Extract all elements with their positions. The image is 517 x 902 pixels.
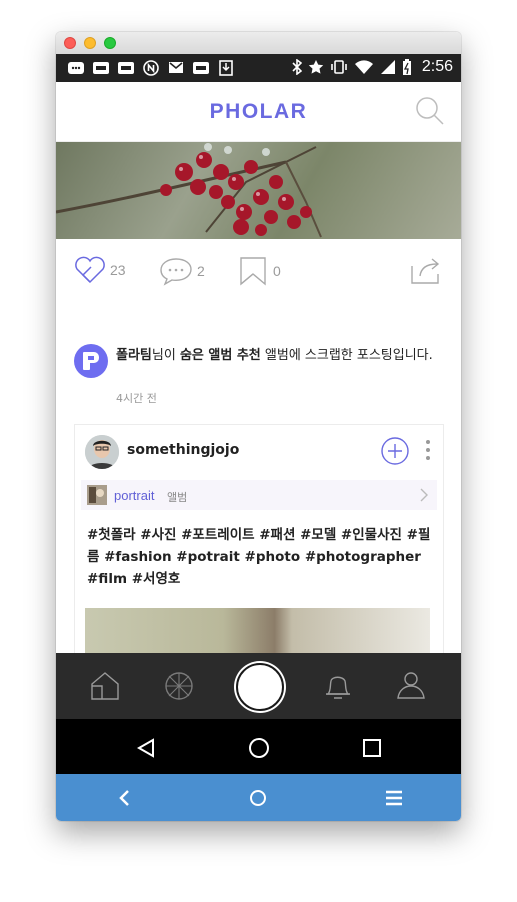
home-circle-icon[interactable]	[248, 737, 270, 759]
mail-notification-icon	[166, 59, 185, 76]
minimize-window-button[interactable]	[84, 37, 96, 49]
app-header: PHOLAR	[56, 82, 461, 142]
notice-text-a: 님이	[151, 348, 180, 363]
post-hashtags[interactable]: #첫폴라 #사진 #포트레이트 #패션 #모델 #인물사진 #필름 #fashi…	[87, 524, 435, 590]
heart-icon	[75, 256, 105, 284]
notice-sender[interactable]: 폴라팀	[116, 348, 152, 363]
camera-button[interactable]	[236, 663, 284, 711]
search-icon[interactable]	[415, 96, 445, 126]
bookmark-button[interactable]: 0	[239, 256, 281, 286]
post-image[interactable]	[56, 142, 461, 239]
bottom-tab-bar	[56, 653, 461, 719]
profile-icon[interactable]	[395, 669, 427, 701]
home-circle-icon[interactable]	[249, 789, 267, 807]
bookmark-icon	[240, 257, 266, 286]
status-bar: 2:56	[56, 54, 461, 82]
android-nav-bar	[56, 719, 461, 774]
window-titlebar	[56, 32, 461, 55]
user-avatar[interactable]	[85, 435, 119, 469]
naver-notification-icon	[141, 59, 160, 76]
home-icon[interactable]	[90, 671, 120, 701]
pholar-logo-icon	[83, 352, 99, 370]
signal-icon	[380, 60, 395, 74]
download-notification-icon	[216, 59, 235, 76]
app-window: 2:56 PHOLAR 23 2 0 폴라팀님이 숨은 앨범 추천 앨범에 스크…	[56, 32, 461, 821]
follow-plus-icon[interactable]	[381, 437, 409, 465]
chevron-left-icon[interactable]	[118, 789, 130, 807]
notice-message: 폴라팀님이 숨은 앨범 추천 앨범에 스크랩한 포스팅입니다.	[116, 346, 444, 365]
album-label: 앨범	[167, 491, 188, 504]
battery-icon	[402, 58, 411, 75]
share-icon	[411, 258, 440, 284]
comment-button[interactable]: 2	[159, 256, 205, 286]
comment-count: 2	[197, 263, 205, 279]
band-notification-icon	[91, 59, 110, 76]
back-triangle-icon[interactable]	[136, 738, 156, 758]
post-photo-preview[interactable]	[85, 608, 430, 653]
like-button[interactable]: 23	[74, 256, 126, 284]
vibrate-icon	[331, 60, 347, 74]
status-time: 2:56	[421, 58, 453, 75]
pholar-team-avatar[interactable]	[74, 344, 108, 378]
username[interactable]: somethingjojo	[127, 442, 239, 458]
star-icon	[308, 60, 324, 74]
band-notification-icon	[191, 59, 210, 76]
more-options-icon[interactable]	[425, 439, 431, 461]
notice-time: 4시간 전	[116, 392, 157, 405]
app-logo[interactable]: PHOLAR	[56, 100, 461, 124]
user-photo	[85, 435, 119, 469]
menu-icon[interactable]	[385, 790, 403, 806]
album-name: portrait	[114, 488, 155, 503]
post-actions-bar: 23 2 0	[56, 239, 461, 301]
album-link[interactable]: portrait 앨범	[81, 480, 437, 510]
explore-compass-icon[interactable]	[163, 670, 195, 702]
chat-notification-icon	[66, 59, 85, 76]
chevron-right-icon	[420, 488, 428, 502]
band-notification-icon	[116, 59, 135, 76]
close-window-button[interactable]	[64, 37, 76, 49]
notice-text-b: 앨범에 스크랩한 포스팅입니다.	[260, 348, 433, 363]
wifi-icon	[354, 60, 373, 74]
maximize-window-button[interactable]	[104, 37, 116, 49]
album-thumbnail	[87, 485, 107, 505]
share-button[interactable]	[408, 256, 442, 286]
notification-bell-icon[interactable]	[322, 670, 354, 702]
recents-square-icon[interactable]	[362, 738, 382, 758]
notice-album[interactable]: 숨은 앨범 추천	[180, 348, 261, 363]
comment-icon	[160, 258, 192, 286]
berries-photo	[56, 143, 322, 238]
like-count: 23	[110, 262, 126, 278]
emulator-toolbar	[56, 774, 461, 821]
bluetooth-icon	[292, 59, 302, 75]
bookmark-count: 0	[273, 263, 281, 279]
